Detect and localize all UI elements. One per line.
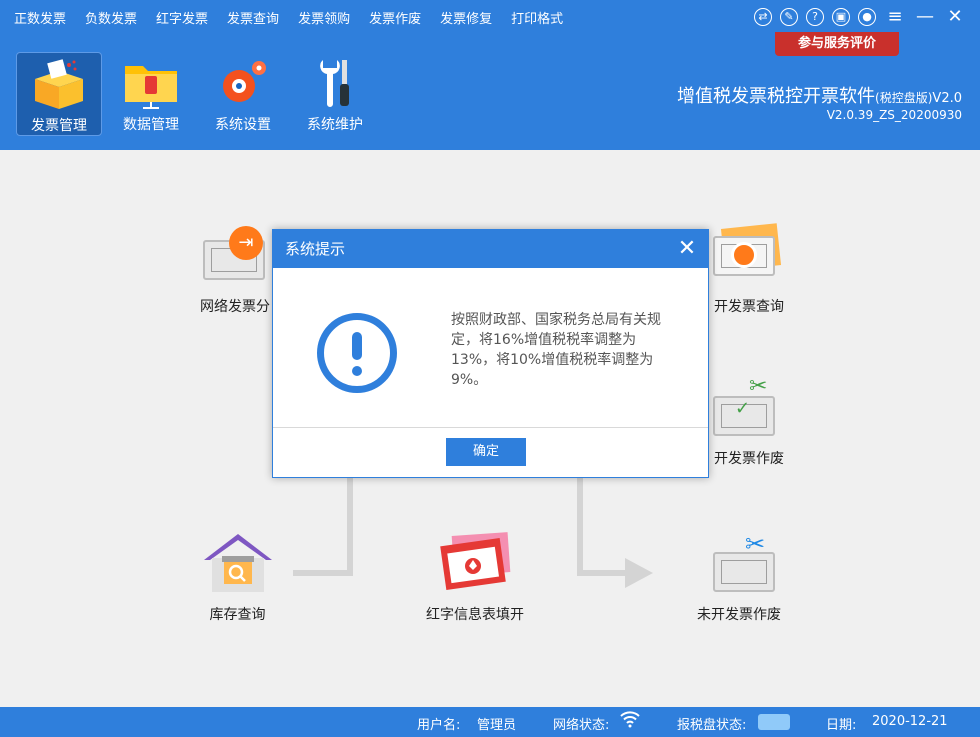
flow-arrow-head xyxy=(625,558,653,588)
flow-connector xyxy=(577,470,583,576)
gear-icon xyxy=(213,56,273,110)
date-value: 2020-12-21 xyxy=(872,714,948,729)
app-version-suffix: V2.0 xyxy=(932,91,962,106)
user-value: 管理员 xyxy=(477,718,517,733)
app-header: 正数发票 负数发票 红字发票 发票查询 发票领购 发票作废 发票修复 打印格式 … xyxy=(0,0,980,150)
issued-invoice-query[interactable]: 开发票查询 xyxy=(704,222,794,318)
flow-connector xyxy=(293,570,353,576)
user-label: 用户名: xyxy=(417,718,461,733)
menu-invoice-repair[interactable]: 发票修复 xyxy=(440,8,492,32)
system-settings-label: 系统设置 xyxy=(215,117,271,133)
top-menu: 正数发票 负数发票 红字发票 发票查询 发票领购 发票作废 发票修复 打印格式 xyxy=(14,8,582,32)
app-edition: (税控盘版) xyxy=(875,91,933,105)
flow-connector xyxy=(347,470,353,576)
main-toolbar: 发票管理 数据管理 系统设置 系统维护 xyxy=(16,52,378,136)
folder-icon xyxy=(121,56,181,110)
status-bar: 用户名: 管理员 网络状态: 报税盘状态: 日期: 2020-12-21 xyxy=(0,707,980,737)
stock-query[interactable]: 库存查询 xyxy=(190,530,285,626)
date-label: 日期: xyxy=(826,718,857,733)
network-invoice-distribution-label: 网络发票分 xyxy=(200,299,270,315)
menu-invoice-void[interactable]: 发票作废 xyxy=(369,8,421,32)
issued-invoice-void-label: 开发票作废 xyxy=(714,451,784,467)
wrench-screwdriver-icon xyxy=(305,56,365,110)
invoice-management-tool[interactable]: 发票管理 xyxy=(16,52,102,136)
system-prompt-dialog: 系统提示 ✕ 按照财政部、国家税务总局有关规定，将16%增值税税率调整为13%，… xyxy=(272,229,709,478)
data-management-label: 数据管理 xyxy=(123,117,179,133)
blank-invoice-void-icon: ✂ xyxy=(699,530,779,596)
feedback-icon[interactable]: ✎ xyxy=(780,8,798,26)
swap-icon[interactable]: ⇄ xyxy=(754,8,772,26)
box-icon xyxy=(29,57,89,111)
red-info-form-fill[interactable]: 红字信息表填开 xyxy=(425,530,525,626)
dialog-message: 按照财政部、国家税务总局有关规定，将16%增值税税率调整为13%，将10%增值税… xyxy=(451,312,661,388)
red-info-form-fill-label: 红字信息表填开 xyxy=(426,607,524,623)
menu-invoice-purchase[interactable]: 发票领购 xyxy=(298,8,350,32)
app-build: V2.0.39_ZS_20200930 xyxy=(826,108,962,122)
user-icon[interactable]: ● xyxy=(858,8,876,26)
help-icon[interactable]: ? xyxy=(806,8,824,26)
tax-disk-icon xyxy=(758,714,790,730)
menu-positive-invoice[interactable]: 正数发票 xyxy=(14,8,66,32)
menu-red-invoice[interactable]: 红字发票 xyxy=(156,8,208,32)
system-maintenance-tool[interactable]: 系统维护 xyxy=(292,52,378,136)
network-invoice-distribution[interactable]: ⇥ 网络发票分 xyxy=(185,222,285,318)
red-invoice-pen-icon xyxy=(435,530,515,596)
ok-button[interactable]: 确定 xyxy=(446,438,526,466)
system-maintenance-label: 系统维护 xyxy=(307,117,363,133)
invoice-void-icon: ✓ ✂ xyxy=(709,374,789,440)
dialog-close-icon[interactable]: ✕ xyxy=(674,236,700,262)
exclamation-icon xyxy=(317,313,397,393)
menu-print-format[interactable]: 打印格式 xyxy=(511,8,563,32)
lock-icon[interactable]: ▣ xyxy=(832,8,850,26)
window-controls: ⇄ ✎ ? ▣ ● ≡ — ✕ xyxy=(754,8,966,26)
menu-negative-invoice[interactable]: 负数发票 xyxy=(85,8,137,32)
invoice-search-icon xyxy=(709,222,789,288)
invoice-export-icon: ⇥ xyxy=(195,222,275,288)
minimize-icon[interactable]: — xyxy=(914,8,936,26)
dialog-title: 系统提示 xyxy=(285,240,346,258)
unissued-invoice-void[interactable]: ✂ 未开发票作废 xyxy=(684,530,794,626)
invoice-management-label: 发票管理 xyxy=(31,118,87,134)
menu-icon[interactable]: ≡ xyxy=(884,8,906,26)
close-icon[interactable]: ✕ xyxy=(944,8,966,26)
wifi-icon xyxy=(620,710,640,732)
issued-invoice-void[interactable]: ✓ ✂ 开发票作废 xyxy=(704,374,794,470)
dialog-body: 按照财政部、国家税务总局有关规定，将16%增值税税率调整为13%，将10%增值税… xyxy=(273,268,708,428)
issued-invoice-query-label: 开发票查询 xyxy=(714,299,784,315)
app-title-text: 增值税发票税控开票软件 xyxy=(677,86,876,107)
app-title: 增值税发票税控开票软件(税控盘版)V2.0 xyxy=(677,82,962,108)
dialog-titlebar: 系统提示 ✕ xyxy=(273,230,708,268)
unissued-invoice-void-label: 未开发票作废 xyxy=(697,607,781,623)
system-settings-tool[interactable]: 系统设置 xyxy=(200,52,286,136)
flow-connector xyxy=(577,570,627,576)
stock-query-label: 库存查询 xyxy=(209,607,266,623)
data-management-tool[interactable]: 数据管理 xyxy=(108,52,194,136)
warehouse-search-icon xyxy=(198,530,278,596)
service-evaluation-button[interactable]: 参与服务评价 xyxy=(775,32,899,56)
tax-disk-status-label: 报税盘状态: xyxy=(677,718,747,733)
menu-invoice-query[interactable]: 发票查询 xyxy=(227,8,279,32)
network-status-label: 网络状态: xyxy=(553,718,610,733)
